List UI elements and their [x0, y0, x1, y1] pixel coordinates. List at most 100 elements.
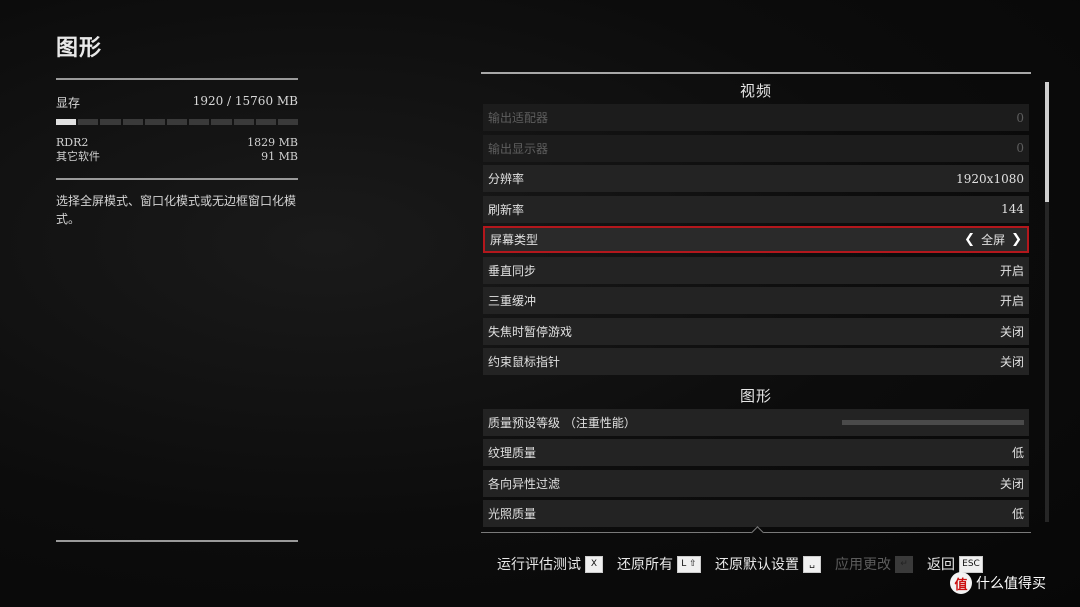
keycap-icon: ↵ [895, 555, 913, 573]
setting-row[interactable]: 垂直同步 开启 [483, 256, 1029, 284]
action-label: 还原所有 [617, 557, 673, 573]
setting-value-control[interactable]: 144 [1001, 202, 1024, 216]
keycap-icon: ␣ [803, 555, 821, 573]
setting-value-control[interactable]: 1920x1080 [956, 172, 1024, 186]
vram-bar-segment [255, 119, 276, 125]
vram-value: 1920 / 15760 MB [192, 94, 298, 108]
setting-label: 刷新率 [488, 202, 525, 217]
setting-value: 低 [1011, 507, 1024, 521]
setting-label: 屏幕类型 [490, 233, 539, 247]
watermark-text: 什么值得买 [976, 576, 1046, 592]
vram-row: 显存 1920 / 15760 MB [56, 94, 298, 111]
action-button[interactable]: 还原默认设置 ␣ [715, 554, 821, 574]
setting-row: 输出显示器 0 [483, 134, 1029, 162]
setting-row[interactable]: 分辨率 1920x1080 [483, 165, 1029, 192]
vram-usage-bar [56, 119, 299, 125]
setting-row[interactable]: 质量预设等级 （注重性能） [483, 408, 1029, 436]
quality-preset-slider[interactable] [842, 419, 1024, 425]
chevron-right-icon[interactable]: ❯ [1011, 232, 1022, 247]
vram-bar-segment [211, 119, 232, 125]
setting-row[interactable]: 各向异性过滤 关闭 [483, 469, 1029, 497]
action-button[interactable]: 还原所有 L ⇧ [617, 554, 701, 574]
usage-row-rdr2: RDR2 1829 MB [56, 136, 298, 150]
setting-value-control: 0 [1016, 141, 1024, 155]
vram-bar-segment [166, 119, 188, 125]
keycap-icon: L ⇧ [677, 555, 701, 573]
watermark: 值 什么值得买 [950, 572, 1046, 594]
setting-value: 关闭 [999, 355, 1024, 369]
action-label: 返回 [927, 557, 955, 573]
page-title: 图形 [56, 35, 103, 61]
setting-row: 输出适配器 0 [483, 104, 1029, 131]
action-label: 应用更改 [835, 557, 891, 573]
keycap-icon: ESC [959, 555, 983, 573]
vram-bar-segment [144, 119, 165, 125]
settings-list: 视频输出适配器 0 输出显示器 0 分辨率 1920x1080 刷新率 144 屏幕类型 ❮ 全屏 ❯… [481, 72, 1031, 531]
divider [56, 178, 298, 180]
setting-row[interactable]: 纹理质量 低 [483, 439, 1029, 466]
divider [56, 540, 298, 542]
vram-bar-segment [78, 119, 99, 125]
setting-value-control[interactable]: 低 [1012, 505, 1024, 522]
action-label: 运行评估测试 [497, 557, 581, 573]
usage-row-other: 其它软件 91 MB [56, 150, 298, 164]
setting-label: 输出适配器 [488, 111, 549, 125]
setting-value-control[interactable]: 开启 [1000, 262, 1024, 279]
divider [56, 78, 298, 80]
setting-value-control[interactable] [842, 419, 1024, 425]
setting-label: 分辨率 [488, 172, 525, 186]
setting-label: 约束鼠标指针 [488, 355, 561, 369]
action-bar: 运行评估测试 X 还原所有 L ⇧ 还原默认设置 ␣ 应用更改 ↵ 返回 ESC [481, 526, 1031, 574]
usage-label: 其它软件 [56, 150, 100, 163]
section-title: 图形 [739, 386, 772, 405]
usage-value: 91 MB [261, 150, 298, 163]
setting-label: 输出显示器 [488, 141, 549, 156]
setting-row[interactable]: 光照质量 低 [483, 500, 1029, 527]
setting-value-control[interactable]: 关闭 [1000, 353, 1024, 370]
setting-row[interactable]: 三重缓冲 开启 [483, 287, 1029, 314]
usage-value: 1829 MB [247, 136, 298, 149]
vram-bar-segment [277, 119, 299, 125]
setting-row[interactable]: 刷新率 144 [483, 195, 1029, 223]
setting-value: 全屏 [981, 233, 1006, 247]
setting-value-control[interactable]: ❮ 全屏 ❯ [964, 231, 1022, 248]
scrollbar[interactable] [1045, 82, 1049, 522]
setting-value-control[interactable]: 关闭 [1000, 475, 1024, 492]
usage-label: RDR2 [56, 136, 89, 149]
vram-bar-segment [189, 119, 210, 125]
setting-value: 低 [1011, 446, 1024, 460]
action-label: 还原默认设置 [715, 557, 799, 573]
setting-row[interactable]: 屏幕类型 ❮ 全屏 ❯ [483, 226, 1029, 253]
setting-value-control: 0 [1016, 111, 1024, 125]
action-button: 应用更改 ↵ [835, 554, 913, 574]
setting-value-control[interactable]: 低 [1012, 444, 1024, 461]
vram-bar-segment [100, 119, 121, 125]
setting-label: 三重缓冲 [488, 294, 537, 308]
action-button[interactable]: 运行评估测试 X [497, 554, 603, 574]
setting-label: 光照质量 [488, 507, 537, 521]
setting-label: 各向异性过滤 [488, 476, 561, 491]
scrollbar-thumb[interactable] [1045, 82, 1049, 202]
setting-label: 垂直同步 [488, 263, 537, 278]
section-title: 视频 [739, 82, 772, 100]
setting-value: 0 [1016, 141, 1024, 155]
setting-label: 纹理质量 [488, 446, 537, 460]
setting-row[interactable]: 失焦时暂停游戏 关闭 [483, 317, 1029, 345]
action-button[interactable]: 返回 ESC [927, 554, 983, 574]
setting-label: 失焦时暂停游戏 [488, 324, 573, 339]
vram-bar-segment [122, 119, 143, 125]
keycap-icon: X [585, 555, 603, 573]
chevron-left-icon[interactable]: ❮ [964, 232, 975, 247]
setting-value: 开启 [999, 294, 1024, 308]
setting-value: 144 [1001, 202, 1024, 216]
setting-value: 开启 [999, 263, 1024, 278]
vram-bar-segment [56, 119, 77, 125]
setting-value-control[interactable]: 开启 [1000, 292, 1024, 309]
setting-row[interactable]: 约束鼠标指针 关闭 [483, 348, 1029, 375]
vram-bar-segment [233, 119, 254, 125]
setting-value: 关闭 [999, 476, 1024, 491]
setting-label: 质量预设等级 （注重性能） [488, 415, 636, 430]
setting-description: 选择全屏模式、窗口化模式或无边框窗口化模式。 [56, 194, 297, 226]
setting-value-control[interactable]: 关闭 [1000, 323, 1024, 340]
watermark-logo-icon: 值 [950, 572, 972, 594]
